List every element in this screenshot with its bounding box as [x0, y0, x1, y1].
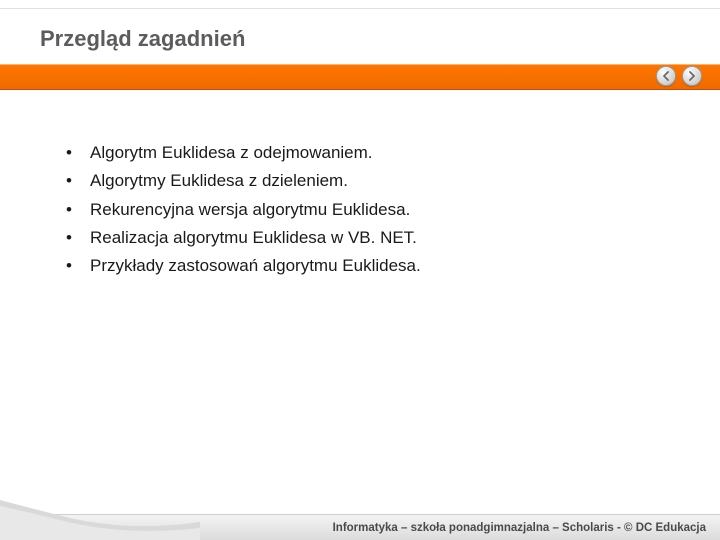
title-area: Przegląd zagadnień [40, 26, 680, 52]
chevron-left-icon [662, 71, 670, 81]
content-area: Algorytm Euklidesa z odejmowaniem. Algor… [62, 140, 660, 282]
slide: Przegląd zagadnień Algorytm Euklidesa z … [0, 0, 720, 540]
prev-button[interactable] [656, 66, 676, 86]
top-divider [0, 8, 720, 9]
footer-text: Informatyka – szkoła ponadgimnazjalna – … [333, 522, 706, 534]
list-item: Przykłady zastosowań algorytmu Euklidesa… [62, 253, 660, 279]
list-item: Algorytmy Euklidesa z dzieleniem. [62, 168, 660, 194]
accent-bar [0, 64, 720, 90]
chevron-right-icon [688, 71, 696, 81]
list-item: Algorytm Euklidesa z odejmowaniem. [62, 140, 660, 166]
list-item: Rekurencyjna wersja algorytmu Euklidesa. [62, 197, 660, 223]
list-item: Realizacja algorytmu Euklidesa w VB. NET… [62, 225, 660, 251]
page-title: Przegląd zagadnień [40, 26, 680, 52]
next-button[interactable] [682, 66, 702, 86]
nav-buttons [656, 66, 702, 86]
bullet-list: Algorytm Euklidesa z odejmowaniem. Algor… [62, 140, 660, 280]
